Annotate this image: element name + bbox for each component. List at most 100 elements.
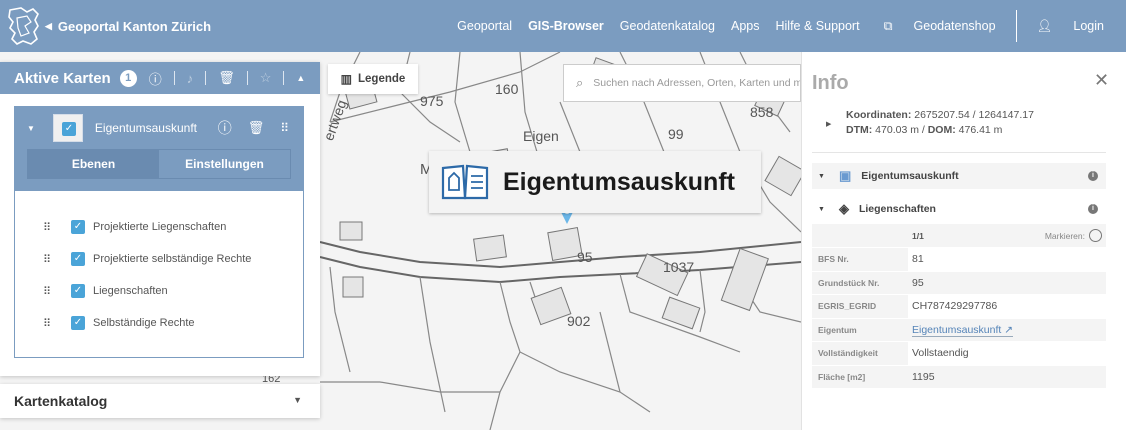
layer-checkbox[interactable]: ✓ bbox=[71, 284, 85, 298]
dom-value: 476.41 m bbox=[958, 124, 1003, 136]
mark-radio[interactable] bbox=[1089, 229, 1102, 242]
nav-gis-browser[interactable]: GIS-Browser bbox=[520, 19, 612, 33]
collapse-panel-icon[interactable]: ▲ bbox=[296, 73, 305, 83]
collapse-triangle-icon[interactable]: ▼ bbox=[818, 173, 825, 180]
attr-row: BFS Nr. 81 bbox=[812, 247, 1106, 272]
parcel-label: 858 bbox=[750, 104, 774, 120]
attribute-table: 1/1 Markieren: BFS Nr. 81 Grundstück Nr. 9… bbox=[812, 224, 1106, 389]
user-icon: 👤︎ bbox=[1036, 18, 1053, 33]
tab-group: Ebenen Einstellungen bbox=[27, 149, 291, 179]
drag-grip-icon[interactable]: ⠿ bbox=[43, 221, 53, 234]
parcel-label: 902 bbox=[567, 313, 591, 329]
nav-login-label: Login bbox=[1073, 18, 1104, 33]
chevron-down-icon[interactable]: ▼ bbox=[293, 395, 302, 405]
drag-handle-icon[interactable]: ⠿ bbox=[280, 121, 289, 135]
bell-icon[interactable]: ♪ bbox=[187, 71, 194, 86]
pager-text: 1/1 bbox=[912, 230, 924, 241]
close-icon[interactable]: ✕ bbox=[1094, 70, 1109, 91]
tab-ebenen[interactable]: Ebenen bbox=[28, 150, 159, 178]
coord-value: 2675207.54 / 1264147.17 bbox=[914, 109, 1034, 121]
search-input[interactable]: ⌕ Suchen nach Adressen, Orten, Karten un… bbox=[563, 64, 801, 102]
section-eigentumsauskunft[interactable]: ▼ ▣ Eigentumsauskunft i bbox=[812, 163, 1106, 189]
layer-item[interactable]: ⠿ ✓ Selbständige Rechte bbox=[15, 307, 303, 339]
drag-grip-icon[interactable]: ⠿ bbox=[43, 253, 53, 266]
layer-label: Liegenschaften bbox=[93, 285, 168, 297]
dtm-label: DTM: bbox=[846, 124, 873, 136]
parcel-label: 160 bbox=[495, 81, 519, 97]
overlay-title: Eigentumsauskunft bbox=[503, 167, 735, 196]
attr-key: Fläche [m2] bbox=[812, 365, 908, 389]
map-visible-checkbox[interactable]: ✓ bbox=[61, 122, 76, 136]
nav-geoportal[interactable]: Geoportal bbox=[449, 19, 520, 33]
attr-value: Vollstaendig bbox=[908, 341, 1106, 366]
map-book-icon: ▥ bbox=[340, 72, 353, 86]
map-title-overlay: Eigentumsauskunft bbox=[429, 151, 761, 213]
brand-arrow-icon: ◀ bbox=[45, 20, 52, 31]
attr-key: Eigentum bbox=[812, 318, 908, 342]
layer-label: Projektierte selbständige Rechte bbox=[93, 253, 252, 265]
layer-item[interactable]: ⠿ ✓ Projektierte selbständige Rechte bbox=[15, 243, 303, 275]
layer-item[interactable]: ⠿ ✓ Projektierte Liegenschaften bbox=[15, 211, 303, 243]
parcel-label: 95 bbox=[577, 249, 593, 265]
attr-key: Vollständigkeit bbox=[812, 341, 908, 366]
nav-login[interactable]: 👤︎ Login bbox=[1021, 19, 1126, 34]
nav-geodatenshop-label: Geodatenshop bbox=[913, 18, 996, 33]
layer-checkbox[interactable]: ✓ bbox=[71, 220, 85, 234]
parcel-label: 99 bbox=[668, 126, 684, 142]
layer-item[interactable]: ⠿ ✓ Liegenschaften bbox=[15, 275, 303, 307]
zurich-lion-logo-icon[interactable] bbox=[7, 6, 41, 46]
parcel-label: 1037 bbox=[663, 259, 694, 275]
tab-einstellungen[interactable]: Einstellungen bbox=[159, 150, 290, 178]
active-maps-panel: Aktive Karten 1 ⓘ ♪ 🗑︎ ☆ ▲ ▼ ✓ Eigentums… bbox=[0, 62, 320, 376]
attr-row: Eigentum Eigentumsauskunft ↗ bbox=[812, 318, 1106, 342]
kartenkatalog-panel[interactable]: Kartenkatalog ▼ bbox=[0, 384, 320, 418]
book-icon: ▣ bbox=[838, 168, 852, 183]
attr-key: Grundstück Nr. bbox=[812, 271, 908, 295]
info-icon[interactable]: i bbox=[1088, 204, 1098, 214]
app-root: ◀ Geoportal Kanton Zürich Geoportal GIS-… bbox=[0, 0, 1126, 430]
header-divider bbox=[246, 71, 248, 85]
eigentum-link[interactable]: Eigentumsauskunft ↗ bbox=[912, 323, 1014, 337]
search-placeholder: Suchen nach Adressen, Orten, Karten und … bbox=[593, 77, 801, 89]
nav-geodatenshop[interactable]: ⧉ Geodatenshop bbox=[868, 19, 1012, 34]
main-nav: Geoportal GIS-Browser Geodatenkatalog Ap… bbox=[449, 0, 1126, 52]
section-liegenschaften[interactable]: ▼ ◈ Liegenschaften i bbox=[812, 196, 1106, 222]
active-maps-header: Aktive Karten 1 ⓘ ♪ 🗑︎ ☆ ▲ bbox=[0, 62, 320, 94]
external-link-icon: ⧉ bbox=[883, 18, 893, 33]
section-divider bbox=[812, 152, 1106, 153]
layer-checkbox[interactable]: ✓ bbox=[71, 252, 85, 266]
info-icon[interactable]: ⓘ bbox=[218, 118, 232, 138]
trash-all-icon[interactable]: 🗑︎ bbox=[218, 70, 235, 86]
pager: 1/1 Markieren: bbox=[912, 229, 1106, 242]
expand-triangle-icon[interactable]: ▶ bbox=[826, 117, 831, 132]
active-maps-title: Aktive Karten bbox=[14, 69, 111, 87]
parcel-label: 975 bbox=[420, 93, 444, 109]
coord-label: Koordinaten: bbox=[846, 109, 912, 121]
nav-apps[interactable]: Apps bbox=[723, 19, 768, 33]
attr-row: Fläche [m2] 1195 bbox=[812, 365, 1106, 389]
mark-toggle[interactable]: Markieren: bbox=[1045, 229, 1106, 242]
brand-link[interactable]: ◀ Geoportal Kanton Zürich bbox=[45, 19, 211, 34]
info-icon[interactable]: i bbox=[1088, 171, 1098, 181]
layer-label: Selbständige Rechte bbox=[93, 317, 195, 329]
nav-geodatenkatalog[interactable]: Geodatenkatalog bbox=[612, 19, 723, 33]
map-item-card: ▼ ✓ Eigentumsauskunft ⓘ 🗑︎ ⠿ Ebenen Eins… bbox=[14, 106, 304, 358]
trash-icon[interactable]: 🗑︎ bbox=[248, 120, 265, 136]
layer-checkbox[interactable]: ✓ bbox=[71, 316, 85, 330]
header-divider bbox=[283, 71, 285, 85]
nav-hilfe-support[interactable]: Hilfe & Support bbox=[768, 19, 868, 33]
collapse-triangle-icon[interactable]: ▼ bbox=[818, 206, 825, 213]
nav-separator bbox=[1015, 10, 1017, 42]
expand-chevron-icon[interactable]: ▼ bbox=[27, 124, 35, 133]
legend-button[interactable]: ▥ Legende bbox=[328, 64, 418, 94]
drag-grip-icon[interactable]: ⠿ bbox=[43, 285, 53, 298]
coordinates-block[interactable]: ▶ Koordinaten: 2675207.54 / 1264147.17 D… bbox=[826, 108, 1034, 138]
drag-grip-icon[interactable]: ⠿ bbox=[43, 317, 53, 330]
help-icon[interactable]: ⓘ bbox=[149, 69, 162, 88]
layer-list: ⠿ ✓ Projektierte Liegenschaften ⠿ ✓ Projekti… bbox=[15, 191, 303, 339]
dom-label: DOM: bbox=[927, 124, 956, 136]
star-icon[interactable]: ☆ bbox=[260, 70, 272, 86]
active-maps-count-badge: 1 bbox=[119, 69, 137, 87]
street-label: ertweg bbox=[320, 98, 349, 143]
dtm-value: 470.03 m bbox=[875, 124, 919, 136]
